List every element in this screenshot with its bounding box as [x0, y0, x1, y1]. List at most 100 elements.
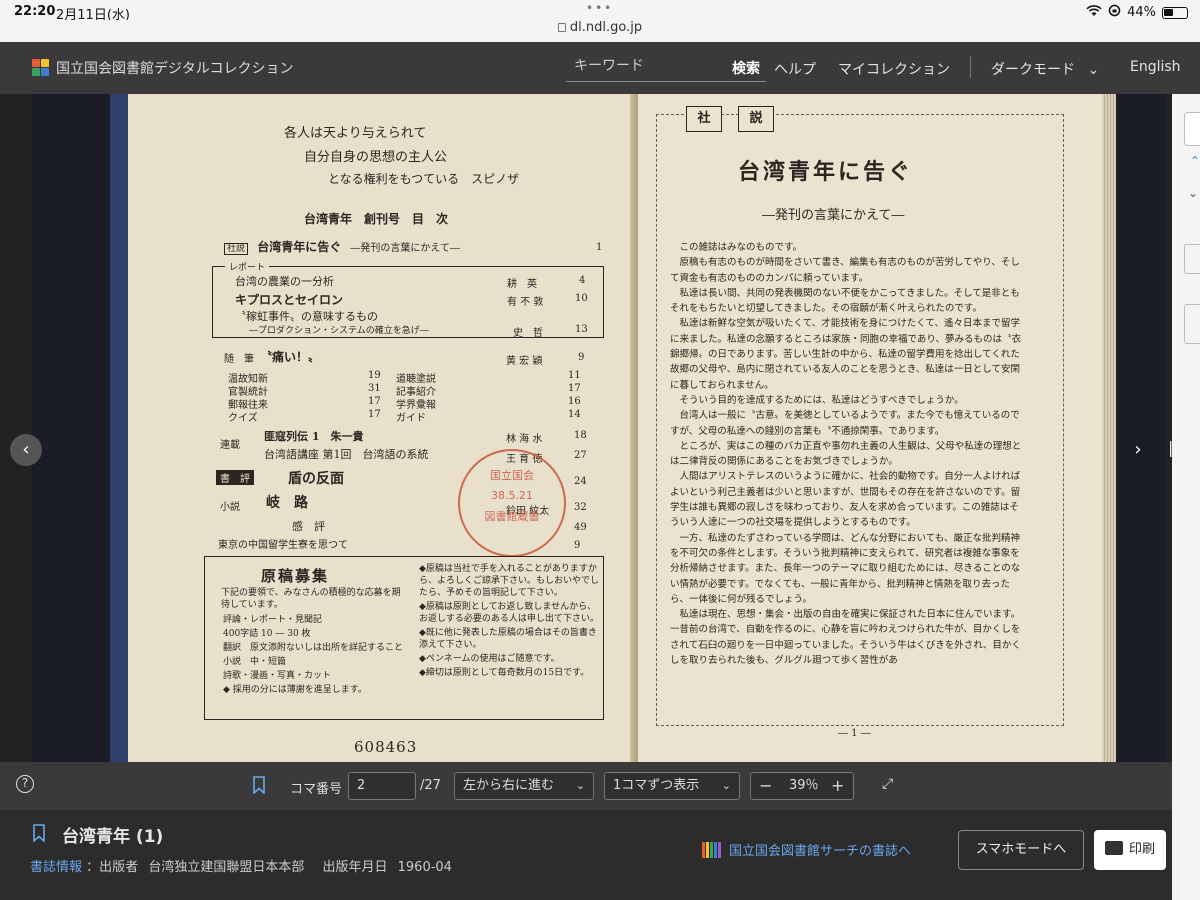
recruit-title: 原稿募集 — [261, 567, 330, 585]
zoom-level: 39％ — [789, 778, 819, 793]
prev-page-button[interactable]: ‹ — [10, 434, 42, 466]
report-page-1: 4 — [579, 275, 586, 286]
ndl-search-link[interactable]: 国立国会図書館サーチの書誌へ — [702, 840, 911, 859]
viewer-toolbar: ? コマ番号 2 /27 左から右に進む ⌄ 1コマずつ表示 ⌄ − 39％ + ⤢ — [0, 762, 1172, 810]
recruit-left-list: 評論・レポート・見聞記 400字詰 10 ― 30 枚翻訳 原文添附ないしは出所を… — [223, 613, 411, 697]
misc-item-page: 17 — [368, 396, 381, 407]
dark-mode-toggle[interactable]: ダークモード ⌄ — [991, 59, 1099, 79]
side-panel[interactable]: ⌃ ⌄ — [1172, 94, 1200, 900]
editorial-paragraph: 私達は新鮮な空気が吸いたくて、才能技術を身につけたくて、遙々日本まで留学に来まし… — [670, 318, 1022, 391]
report-item-1: 台湾の農業の一分析 — [235, 275, 334, 288]
epigraph-line-3: となる権利をもつている スピノザ — [328, 172, 520, 186]
frame-number-input[interactable]: 2 — [348, 772, 416, 800]
my-collection-link[interactable]: マイコレクション — [838, 59, 950, 79]
editorial-page: 1 — [596, 242, 603, 253]
serial-author-1: 林 海 水 — [506, 434, 543, 445]
search-input[interactable] — [566, 52, 726, 80]
url-text: dl.ndl.go.jp — [569, 20, 643, 35]
report-item-4: ―プロダクション・システムの確立を急げ― — [249, 326, 429, 336]
editorial-paragraph: 私達は長い間、共同の発表機関のない不便をかこってきました。そして是非ともそれをも… — [670, 287, 1020, 315]
side-panel-link-icon[interactable]: ⌃ — [1190, 154, 1200, 168]
search-button[interactable]: 検索 — [732, 58, 760, 78]
epigraph-line-1: 各人は天より与えられて — [284, 126, 427, 141]
editorial-tag: 社説 — [224, 243, 249, 255]
item-meta: 書誌情報 ：出版者 台湾独立建国聯盟日本本部 出版年月日 1960-04 — [30, 856, 452, 875]
lock-icon — [557, 23, 566, 32]
recruit-right-item: ◆原稿は当社で手を入れることがありますから、よろしくご諒承下さい。もしおいやでし… — [419, 564, 600, 598]
chevron-down-icon: ⌄ — [1087, 62, 1100, 78]
catalog-number: 608463 — [354, 738, 418, 756]
print-button[interactable]: 印刷 — [1094, 830, 1166, 870]
url-bar[interactable]: dl.ndl.go.jp — [0, 20, 1200, 42]
editorial-title: 台湾青年に告ぐ — [257, 240, 342, 254]
help-icon[interactable]: ? — [16, 775, 34, 793]
site-logo[interactable]: 国立国会図書館デジタルコレクション — [32, 58, 293, 78]
report-author-1: 耕 英 — [507, 279, 537, 290]
review-title: 盾の反面 — [288, 471, 344, 487]
side-panel-box-2[interactable] — [1184, 304, 1200, 344]
chevron-down-icon: ⌄ — [575, 779, 585, 792]
recruit-right-item: ◆既に他に発表した原稿の場合はその旨書き添えて下さい。 — [419, 628, 597, 650]
rainbow-bars-icon — [702, 841, 721, 858]
serial-item-2: 台湾語講座 第1回 台湾語の系統 — [264, 448, 429, 461]
misc-item-page: 14 — [568, 409, 581, 420]
image-viewer: 各人は天より与えられて 自分自身の思想の主人公 となる権利をもつている スピノザ… — [0, 94, 1200, 762]
display-mode-select[interactable]: 1コマずつ表示 ⌄ — [604, 772, 740, 800]
editorial-paragraph: 原稿も有志のものが時間をさいて書き、編集も有志のものが苦労してやり、そして資金も… — [670, 257, 1020, 284]
side-panel-tab[interactable] — [1184, 112, 1200, 146]
scanned-spread[interactable]: 各人は天より与えられて 自分自身の思想の主人公 となる権利をもつている スピノザ… — [32, 94, 1166, 762]
recruit-left-item: ◆ 採用の分には薄謝を進呈します。 — [223, 685, 367, 695]
misc-item: ガイド — [396, 413, 426, 424]
nav-divider — [970, 56, 971, 78]
smartphone-mode-button[interactable]: スマホモードへ — [958, 830, 1084, 870]
display-mode-value: 1コマずつ表示 — [613, 778, 700, 793]
critique-title: 感 評 — [292, 520, 325, 533]
bib-info-link[interactable]: 書誌情報 — [30, 860, 82, 875]
zoom-in-icon[interactable]: + — [831, 773, 844, 799]
language-link[interactable]: English — [1130, 59, 1181, 75]
bookmark-icon[interactable] — [252, 776, 266, 798]
editorial-tag-char-1: 社 — [686, 106, 722, 132]
stamp-line-2: 38.5.21 — [491, 489, 533, 502]
side-panel-chevron-icon[interactable]: ⌄ — [1188, 186, 1198, 200]
chevron-down-icon: ⌄ — [721, 779, 731, 792]
editorial-paragraph: ところが、実はこの種のバカ正直や事勿れ主義の人生観は、父母や私達の理想とは二律背… — [670, 440, 1022, 468]
report-author-4: 史 哲 — [513, 328, 543, 339]
date-label: 出版年月日 — [322, 860, 388, 875]
stamp-line-3: 図書館蔵書 — [484, 510, 540, 523]
misc-item-page: 19 — [368, 370, 381, 381]
frame-total: /27 — [420, 778, 441, 793]
status-time: 22:20 — [14, 4, 56, 19]
bookmark-icon[interactable] — [32, 824, 46, 846]
editorial-paragraph: そういう目的を達成するためには、私達はどうすべきでしょうか。 — [679, 394, 964, 406]
multitask-dots-icon[interactable]: ••• — [586, 1, 613, 15]
battery-icon — [1162, 6, 1188, 19]
stamp-line-1: 国立国会 — [490, 469, 534, 482]
zoom-out-icon[interactable]: − — [759, 773, 772, 799]
direction-select[interactable]: 左から右に進む ⌄ — [454, 772, 594, 800]
misc-item-page: 17 — [368, 409, 381, 420]
printer-icon — [1104, 841, 1123, 855]
publisher-label: ：出版者 — [86, 860, 139, 875]
wifi-icon — [1086, 4, 1102, 21]
publisher-value: 台湾独立建国聯盟日本本部 — [148, 860, 305, 875]
page-number: ― 1 ― — [838, 728, 871, 739]
side-panel-box-1[interactable] — [1184, 244, 1200, 274]
help-link[interactable]: ヘルプ — [774, 59, 816, 79]
editorial-paragraph: 一方、私達のたずさわっている学問は、どんな分野においても、厳正な批判精神を不可欠… — [670, 532, 1021, 605]
recruit-right-item: ◆締切は原則として毎奇数月の15日です。 — [419, 668, 590, 678]
dorm-title: 東京の中国留学生寮を思つて — [218, 540, 348, 551]
editorial-sub: ―発刊の言葉にかえて― — [350, 243, 460, 254]
recruit-intro: 下記の要領で、みなさんの積極的な応募を期待しています。 — [221, 588, 401, 610]
print-label: 印刷 — [1128, 842, 1155, 857]
critique-page: 49 — [574, 522, 587, 533]
page-edges — [1102, 94, 1116, 762]
zoom-control: − 39％ + — [750, 772, 854, 800]
recruit-right-item: ◆ペンネームの使用はご随意です。 — [419, 654, 560, 664]
recruit-left-item: 翻訳 原文添附ないしは出所を詳記すること — [223, 643, 404, 653]
editorial-heading: 台湾青年に告ぐ — [738, 159, 914, 185]
battery-percent: 44% — [1127, 5, 1156, 20]
report-item-3: 〝稼虹事件〟の意味するもの — [235, 310, 378, 323]
next-page-button[interactable]: › — [1122, 434, 1154, 466]
fullscreen-icon[interactable]: ⤢ — [882, 776, 893, 792]
